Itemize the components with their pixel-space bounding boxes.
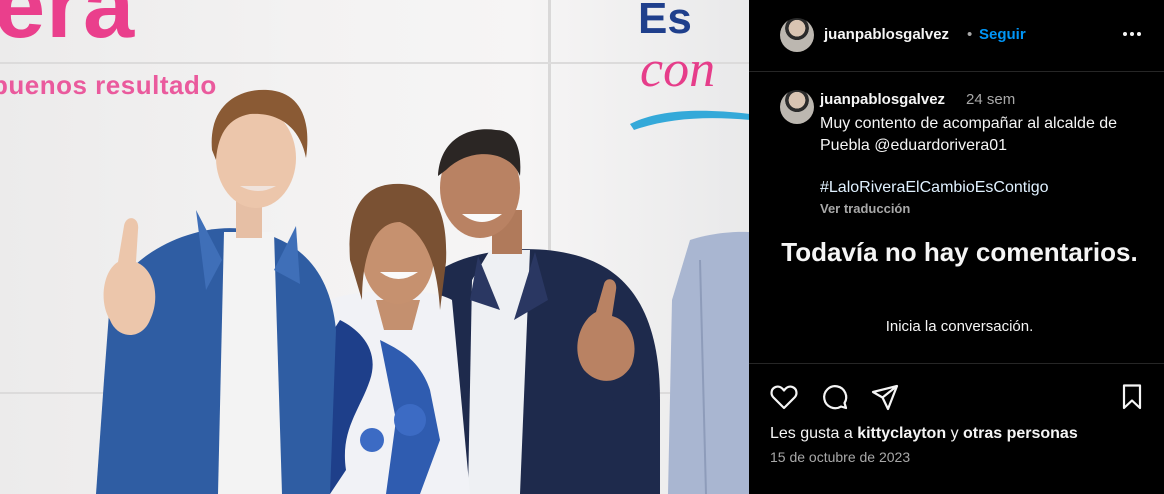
author-avatar[interactable] <box>780 18 814 52</box>
actions-divider <box>749 363 1164 364</box>
comment-icon[interactable] <box>820 382 850 412</box>
likes-summary: Les gusta a kittyclayton y otras persona… <box>770 425 1078 443</box>
post-side-panel: juanpablosgalvez • Seguir juanpablosgalv… <box>749 0 1164 494</box>
see-translation-button[interactable]: Ver traducción <box>820 201 910 216</box>
person-man-suit <box>438 129 660 494</box>
caption-username-link[interactable]: juanpablosgalvez <box>820 91 945 108</box>
cropped-person-right <box>668 231 749 494</box>
liked-by-user-link[interactable]: kittyclayton <box>857 425 946 442</box>
likes-prefix: Les gusta a <box>770 425 853 442</box>
share-icon[interactable] <box>870 382 900 412</box>
post-header: juanpablosgalvez • Seguir <box>749 0 1164 72</box>
person-young-man <box>96 89 336 494</box>
start-conversation-text: Inicia la conversación. <box>885 318 1034 335</box>
post-photo[interactable]: era buenos resultado Es con <box>0 0 749 494</box>
caption-timestamp[interactable]: 24 sem <box>966 91 1015 108</box>
caption-text: Muy contento de acompañar al alcalde de … <box>820 115 1118 154</box>
post-date[interactable]: 15 de octubre de 2023 <box>770 449 910 465</box>
more-horizontal-icon[interactable] <box>1120 22 1144 46</box>
people-group-image <box>96 89 749 494</box>
follow-button[interactable]: Seguir <box>979 26 1026 43</box>
no-comments-title: Todavía no hay comentarios. <box>781 237 1138 267</box>
author-username-link[interactable]: juanpablosgalvez <box>824 26 949 43</box>
caption-hashtag-link[interactable]: #LaloRiveraElCambioEsContigo <box>820 179 1049 197</box>
heart-icon[interactable] <box>769 382 799 412</box>
liked-by-others-link[interactable]: otras personas <box>963 425 1078 442</box>
likes-conjunction: y <box>950 425 959 442</box>
bookmark-icon[interactable] <box>1117 382 1147 412</box>
header-separator: • <box>967 26 973 43</box>
caption-avatar[interactable] <box>780 90 814 124</box>
